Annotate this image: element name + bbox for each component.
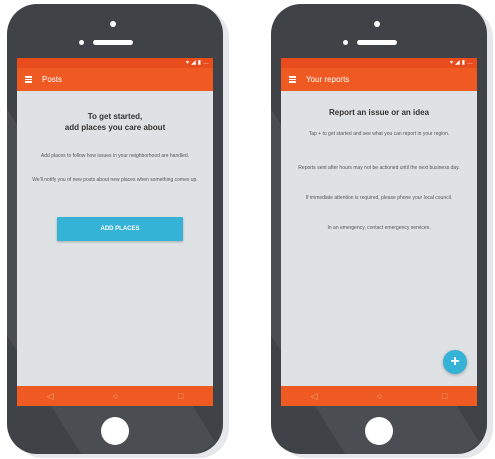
- menu-icon[interactable]: [25, 76, 32, 83]
- add-report-button[interactable]: +: [443, 350, 467, 374]
- headline: Report an issue or an idea: [328, 108, 430, 117]
- home-button[interactable]: [101, 417, 129, 445]
- empty-state: Report an issue or an idea Tap + to get …: [281, 91, 477, 386]
- speaker-dot: [374, 21, 380, 27]
- earpiece: [93, 40, 133, 45]
- screen-posts: ▾ ◢ ▮ … Posts To get started, add places…: [17, 58, 213, 406]
- signal-icon: ◢: [455, 60, 460, 66]
- app-bar-title: Posts: [42, 75, 63, 84]
- app-bar: Posts: [17, 68, 213, 91]
- headline-line-1: To get started,: [87, 112, 143, 121]
- headline-line-2: add places you care about: [64, 123, 166, 132]
- body-text-4: In an emergency, contact emergency servi…: [327, 225, 431, 231]
- clock-text: …: [203, 60, 209, 66]
- body-text-2: Reports sent after hours may not be acti…: [298, 165, 460, 171]
- signal-icon: ◢: [191, 60, 196, 66]
- back-icon[interactable]: ◁: [47, 391, 54, 402]
- back-icon[interactable]: ◁: [311, 391, 318, 402]
- camera-dot: [79, 40, 84, 45]
- earpiece: [357, 40, 397, 45]
- speaker-dot: [110, 21, 116, 27]
- add-places-button[interactable]: ADD PLACES: [57, 217, 183, 241]
- home-icon[interactable]: ○: [377, 391, 382, 401]
- clock-text: …: [467, 60, 473, 66]
- nav-bar: ◁ ○ □: [281, 386, 477, 406]
- screen-your-reports: ▾ ◢ ▮ … Your reports Report an issue or …: [281, 58, 477, 406]
- app-bar: Your reports: [281, 68, 477, 91]
- home-icon[interactable]: ○: [113, 391, 118, 401]
- nav-bar: ◁ ○ □: [17, 386, 213, 406]
- headline: To get started, add places you care abou…: [17, 111, 213, 133]
- camera-dot: [343, 40, 348, 45]
- body-text-3: If immediate attention is required, plea…: [305, 195, 453, 201]
- body-text-1: Tap + to get started and see what you ca…: [308, 131, 450, 137]
- body-text-2: We'll notify you of new posts about new …: [32, 177, 198, 183]
- wifi-icon: ▾: [186, 60, 190, 66]
- app-bar-title: Your reports: [306, 75, 350, 84]
- empty-state: To get started, add places you care abou…: [17, 91, 213, 386]
- body-text-1: Add places to follow how issues in your …: [40, 153, 190, 159]
- phone-left: ▾ ◢ ▮ … Posts To get started, add places…: [7, 4, 223, 454]
- battery-icon: ▮: [197, 60, 201, 66]
- recents-icon[interactable]: □: [442, 391, 447, 401]
- status-bar: ▾ ◢ ▮ …: [17, 58, 213, 68]
- menu-icon[interactable]: [289, 76, 296, 83]
- wifi-icon: ▾: [450, 60, 454, 66]
- recents-icon[interactable]: □: [178, 391, 183, 401]
- status-bar: ▾ ◢ ▮ …: [281, 58, 477, 68]
- home-button[interactable]: [365, 417, 393, 445]
- battery-icon: ▮: [461, 60, 465, 66]
- phone-right: ▾ ◢ ▮ … Your reports Report an issue or …: [271, 4, 487, 454]
